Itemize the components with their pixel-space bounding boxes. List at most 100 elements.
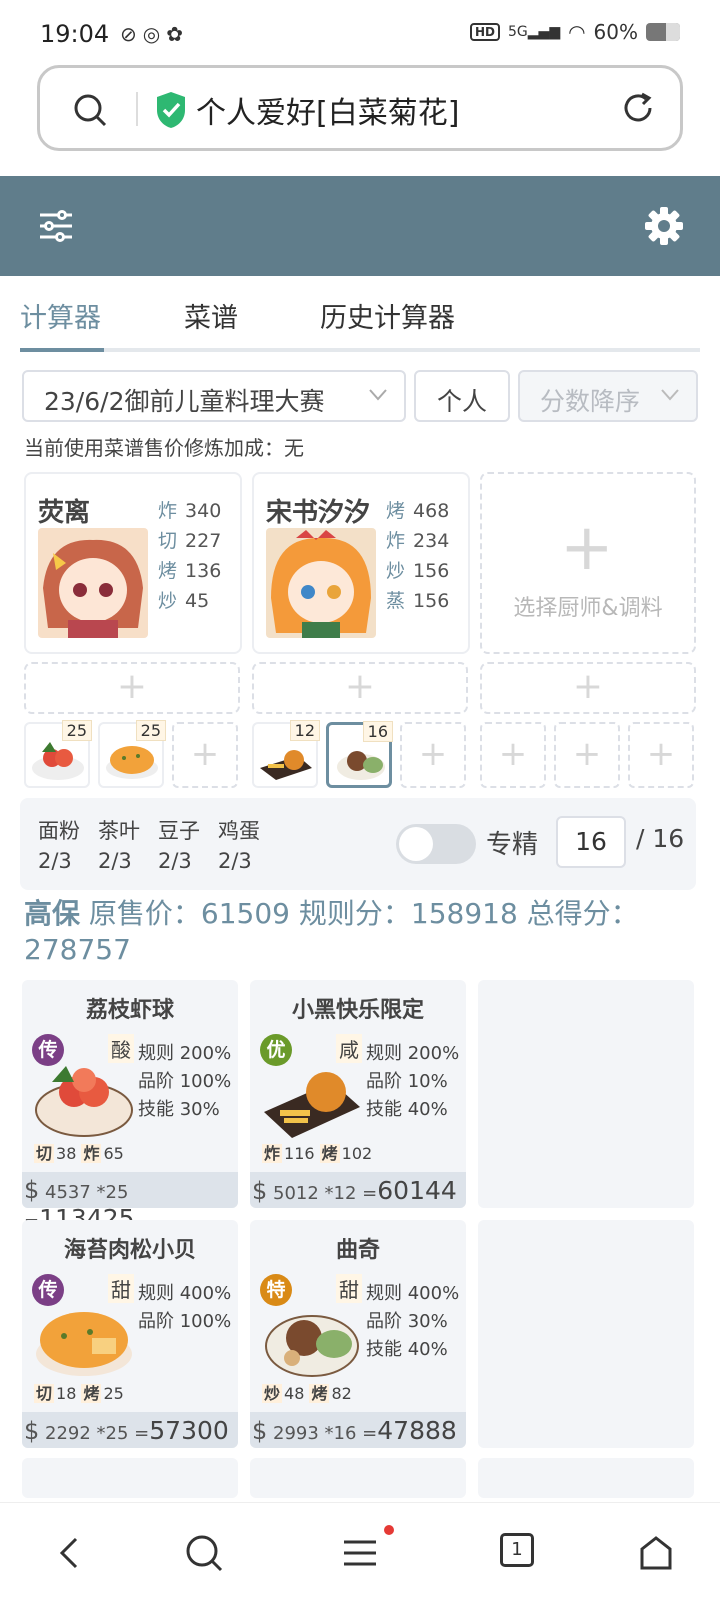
chef-skills: 烤 468 炸 234 炒 156 蒸 156 — [386, 500, 450, 612]
dish-slot-8[interactable]: + — [554, 722, 620, 788]
empty-card — [478, 1220, 694, 1448]
score-tag: 高保 — [24, 897, 81, 930]
chevron-down-icon — [369, 389, 387, 401]
chef-skills: 炸 340 切 227 烤 136 炒 45 — [158, 500, 222, 612]
card-peek — [22, 1458, 238, 1498]
specialize-toggle[interactable] — [396, 824, 476, 864]
equip-slot-2[interactable]: + — [252, 662, 468, 714]
recipe-card[interactable]: 曲奇 特 甜 规则 400% 品阶 30% 技能 40% 炒 48 烤 82 $ 299… — [250, 1220, 466, 1448]
material-item: 面粉 2/3 — [38, 819, 80, 873]
browser-nav-bar: 1 — [0, 1502, 720, 1600]
recipe-card[interactable]: 小黑快乐限定 优 咸 规则 200% 品阶 10% 技能 40% 炸 116 烤 102… — [250, 980, 466, 1208]
dish-thumb — [337, 751, 385, 780]
notification-dot — [384, 1525, 394, 1535]
score-summary: 高保 原售价：61509 规则分：158918 总得分：278757 — [24, 896, 694, 968]
divider — [136, 92, 138, 126]
tab-recipes[interactable]: 菜谱 — [184, 296, 238, 335]
home-icon[interactable] — [636, 1533, 676, 1573]
dish-qty: 25 — [61, 720, 92, 741]
tab-history-calculator[interactable]: 历史计算器 — [320, 296, 455, 335]
tab-calculator[interactable]: 计算器 — [20, 296, 101, 335]
notification-icons: ⊘◎✿ — [120, 22, 189, 46]
tab-indicator — [20, 348, 104, 352]
url-text[interactable]: 个人爱好[白菜菊花] — [196, 88, 459, 132]
shield-check-icon — [157, 92, 185, 128]
material-item: 鸡蛋 2/3 — [218, 819, 260, 873]
dish-thumb — [260, 750, 312, 780]
network-label: 5G — [508, 24, 528, 40]
chef-name: 荧离 — [38, 498, 91, 528]
mode-button[interactable]: 个人 — [414, 370, 510, 422]
material-item: 豆子 2/3 — [158, 819, 200, 873]
dish-slot-5[interactable]: 16 — [326, 721, 393, 788]
recipe-image — [35, 1066, 133, 1137]
battery-icon — [646, 23, 680, 41]
recipe-price: $ 4537 *25 =113425 — [22, 1172, 238, 1233]
recipe-skills: 切 38 炸 65 — [34, 1144, 124, 1163]
recipe-rules: 规则 400% 品阶 30% 技能 40% — [366, 1283, 460, 1360]
recipe-title: 海苔肉松小贝 — [63, 1238, 196, 1263]
address-bar[interactable]: 个人爱好[白菜菊花] — [37, 65, 683, 151]
sort-select[interactable]: 分数降序 — [518, 370, 698, 422]
contest-select-value: 23/6/2御前儿童料理大赛 — [44, 387, 325, 416]
specialize-input[interactable]: 16 — [556, 816, 626, 868]
recipe-skills: 炸 116 烤 102 — [262, 1144, 373, 1163]
chevron-down-icon — [661, 389, 679, 401]
gear-icon[interactable] — [642, 204, 686, 248]
recipe-image — [36, 1312, 132, 1376]
empty-card — [478, 980, 694, 1208]
tabs-button[interactable]: 1 — [500, 1533, 534, 1567]
card-peek — [250, 1458, 466, 1498]
status-bar: 19:04 ⊘◎✿ HD 5G▂▄▆ ◠ 60% — [0, 0, 720, 64]
dish-qty: 25 — [135, 720, 166, 741]
plus-icon: + — [560, 511, 614, 585]
dish-slot-3[interactable]: + — [172, 722, 238, 788]
wifi-icon: ◠ — [568, 20, 586, 44]
contest-select[interactable]: 23/6/2御前儿童料理大赛 — [22, 370, 406, 422]
recipe-price: $ 2993 *16 =47888 — [250, 1412, 466, 1448]
recipe-price: $ 5012 *12 =60144 — [250, 1172, 466, 1208]
app-header — [0, 176, 720, 276]
clock: 19:04 — [40, 20, 110, 48]
recipe-price: $ 2292 *25 =57300 — [22, 1412, 238, 1448]
recipe-card[interactable]: 海苔肉松小贝 传 甜 规则 400% 品阶 100% 切 18 烤 25 $ 2292… — [22, 1220, 238, 1448]
dish-qty: 12 — [289, 720, 320, 741]
recipe-image — [264, 1072, 360, 1138]
bonus-note: 当前使用菜谱售价修炼加成：无 — [24, 436, 304, 460]
sort-select-value: 分数降序 — [540, 387, 641, 416]
dish-thumb — [32, 742, 84, 780]
dish-thumb — [106, 746, 158, 779]
recipe-skills: 炒 48 烤 82 — [262, 1384, 352, 1403]
dish-slot-9[interactable]: + — [628, 722, 694, 788]
equip-slot-1[interactable]: + — [24, 662, 240, 714]
dish-slot-6[interactable]: + — [400, 722, 466, 788]
menu-icon[interactable] — [340, 1533, 380, 1573]
add-chef-slot[interactable]: + 选择厨师&调料 — [480, 472, 696, 654]
equip-slot-3[interactable]: + — [480, 662, 696, 714]
search-icon[interactable] — [72, 92, 108, 128]
settings-sliders-icon[interactable] — [36, 206, 76, 246]
score-text: 原售价：61509 规则分：158918 总得分：278757 — [24, 897, 639, 966]
materials-panel: 面粉 2/3 茶叶 2/3 豆子 2/3 鸡蛋 2/3 专精 16 / 16 — [20, 798, 696, 890]
signal-icon: 5G▂▄▆ — [508, 24, 561, 40]
dish-slot-7[interactable]: + — [480, 722, 546, 788]
chef-avatar — [38, 528, 148, 638]
search-icon[interactable] — [184, 1533, 224, 1573]
recipe-card[interactable]: 荔枝虾球 传 酸 规则 200% 品阶 100% 技能 30% 切 38 炸 65 $ … — [22, 980, 238, 1233]
hd-icon: HD — [470, 23, 501, 41]
reload-icon[interactable] — [618, 88, 658, 128]
dish-slot-1[interactable]: 25 — [24, 720, 92, 788]
specialize-label: 专精 — [486, 830, 539, 860]
dish-slot-4[interactable]: 12 — [252, 720, 320, 788]
specialize-total: / 16 — [636, 824, 685, 853]
card-peek — [478, 1458, 694, 1498]
recipe-title: 荔枝虾球 — [85, 998, 174, 1023]
chef-card-1[interactable]: 荧离 炸 340 切 227 烤 136 炒 45 — [24, 472, 242, 654]
battery-percent: 60% — [593, 20, 638, 44]
recipe-image — [265, 1315, 359, 1377]
chef-card-2[interactable]: 宋书汐汐 烤 468 炸 234 炒 156 蒸 156 — [252, 472, 470, 654]
dish-slot-2[interactable]: 25 — [98, 720, 166, 788]
back-icon[interactable] — [50, 1533, 90, 1573]
tab-bar: 计算器 菜谱 历史计算器 — [20, 280, 700, 352]
status-right: HD 5G▂▄▆ ◠ 60% — [470, 20, 680, 44]
